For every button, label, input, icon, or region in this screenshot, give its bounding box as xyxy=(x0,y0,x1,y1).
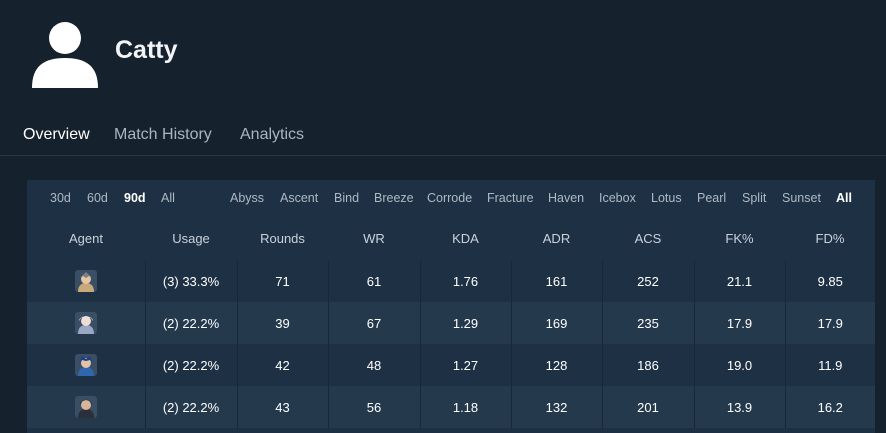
profile-name: Catty xyxy=(115,36,178,64)
column-header-acs[interactable]: ACS xyxy=(602,216,694,260)
tab-overview[interactable]: Overview xyxy=(23,126,90,144)
wr-cell: 48 xyxy=(327,344,420,386)
column-header-rounds[interactable]: Rounds xyxy=(237,216,328,260)
column-header-kda[interactable]: KDA xyxy=(420,216,511,260)
rounds-cell: 39 xyxy=(236,302,328,344)
adr-cell: 161 xyxy=(510,260,602,302)
acs-cell: 235 xyxy=(601,302,694,344)
agent-portrait-3-icon xyxy=(74,354,97,376)
fk-cell: 17.9 xyxy=(693,302,785,344)
map-filter-sunset[interactable]: Sunset xyxy=(782,191,821,205)
usage-cell: (2) 22.2% xyxy=(144,302,237,344)
usage-cell: (2) 22.2% xyxy=(144,386,237,428)
user-avatar-icon xyxy=(32,22,98,88)
column-header-wr[interactable]: WR xyxy=(328,216,420,260)
tab-match-history[interactable]: Match History xyxy=(114,126,212,144)
table-row[interactable]: (2) 22.2% 42 48 1.27 128 186 19.0 11.9 xyxy=(27,344,875,386)
fd-cell: 9.85 xyxy=(784,260,875,302)
rounds-cell: 43 xyxy=(236,386,328,428)
map-filter-all[interactable]: All xyxy=(836,191,852,205)
map-filter-abyss[interactable]: Abyss xyxy=(230,191,264,205)
tab-analytics[interactable]: Analytics xyxy=(240,126,304,144)
profile-header: Catty xyxy=(0,0,886,100)
table-row[interactable]: (2) 22.2% 43 56 1.18 132 201 13.9 16.2 xyxy=(27,386,875,428)
rounds-cell: 42 xyxy=(236,344,328,386)
fd-cell: 17.9 xyxy=(784,302,875,344)
kda-cell: 1.29 xyxy=(419,302,511,344)
fk-cell: 13.9 xyxy=(693,386,785,428)
column-header-fk[interactable]: FK% xyxy=(694,216,785,260)
fk-cell: 19.0 xyxy=(693,344,785,386)
map-filter-corrode[interactable]: Corrode xyxy=(427,191,472,205)
time-filter-60d[interactable]: 60d xyxy=(87,191,108,205)
agent-portrait-1-icon xyxy=(74,270,97,292)
kda-cell: 1.76 xyxy=(419,260,511,302)
column-header-usage[interactable]: Usage xyxy=(145,216,237,260)
map-filter-ascent[interactable]: Ascent xyxy=(280,191,318,205)
adr-cell: 128 xyxy=(510,344,602,386)
fk-cell: 21.1 xyxy=(693,260,785,302)
agent-cell xyxy=(27,344,145,386)
agent-portrait-4-icon xyxy=(74,396,97,418)
map-filter-breeze[interactable]: Breeze xyxy=(374,191,414,205)
agent-portrait-2-icon xyxy=(74,312,97,334)
agent-cell xyxy=(27,302,145,344)
fd-cell: 16.2 xyxy=(784,386,875,428)
time-filter-90d[interactable]: 90d xyxy=(124,191,146,205)
map-filter-haven[interactable]: Haven xyxy=(548,191,584,205)
adr-cell: 169 xyxy=(510,302,602,344)
time-filter-30d[interactable]: 30d xyxy=(50,191,71,205)
wr-cell: 56 xyxy=(327,386,420,428)
table-row[interactable]: (3) 33.3% 71 61 1.76 161 252 21.1 9.85 xyxy=(27,260,875,302)
usage-cell: (2) 22.2% xyxy=(144,344,237,386)
usage-cell: (3) 33.3% xyxy=(144,260,237,302)
agent-stats-table: Agent Usage Rounds WR KDA ADR ACS FK% FD… xyxy=(27,216,875,428)
wr-cell: 61 xyxy=(327,260,420,302)
rounds-cell: 71 xyxy=(236,260,328,302)
acs-cell: 186 xyxy=(601,344,694,386)
map-filter-split[interactable]: Split xyxy=(742,191,766,205)
acs-cell: 201 xyxy=(601,386,694,428)
agent-cell xyxy=(27,260,145,302)
map-filter-icebox[interactable]: Icebox xyxy=(599,191,636,205)
kda-cell: 1.18 xyxy=(419,386,511,428)
fd-cell: 11.9 xyxy=(784,344,875,386)
filter-bar: 30d 60d 90d All Abyss Ascent Bind Breeze… xyxy=(27,180,875,216)
adr-cell: 132 xyxy=(510,386,602,428)
map-filter-lotus[interactable]: Lotus xyxy=(651,191,682,205)
wr-cell: 67 xyxy=(327,302,420,344)
acs-cell: 252 xyxy=(601,260,694,302)
profile-tabs: Overview Match History Analytics xyxy=(0,120,886,156)
time-filter-all[interactable]: All xyxy=(161,191,175,205)
table-row[interactable]: (2) 22.2% 39 67 1.29 169 235 17.9 17.9 xyxy=(27,302,875,344)
agent-stats-panel: 30d 60d 90d All Abyss Ascent Bind Breeze… xyxy=(27,180,875,433)
column-header-adr[interactable]: ADR xyxy=(511,216,602,260)
column-header-fd[interactable]: FD% xyxy=(785,216,875,260)
agent-cell xyxy=(27,386,145,428)
kda-cell: 1.27 xyxy=(419,344,511,386)
column-header-agent[interactable]: Agent xyxy=(27,216,145,260)
map-filter-bind[interactable]: Bind xyxy=(334,191,359,205)
table-header-row: Agent Usage Rounds WR KDA ADR ACS FK% FD… xyxy=(27,216,875,260)
map-filter-pearl[interactable]: Pearl xyxy=(697,191,726,205)
map-filter-fracture[interactable]: Fracture xyxy=(487,191,534,205)
